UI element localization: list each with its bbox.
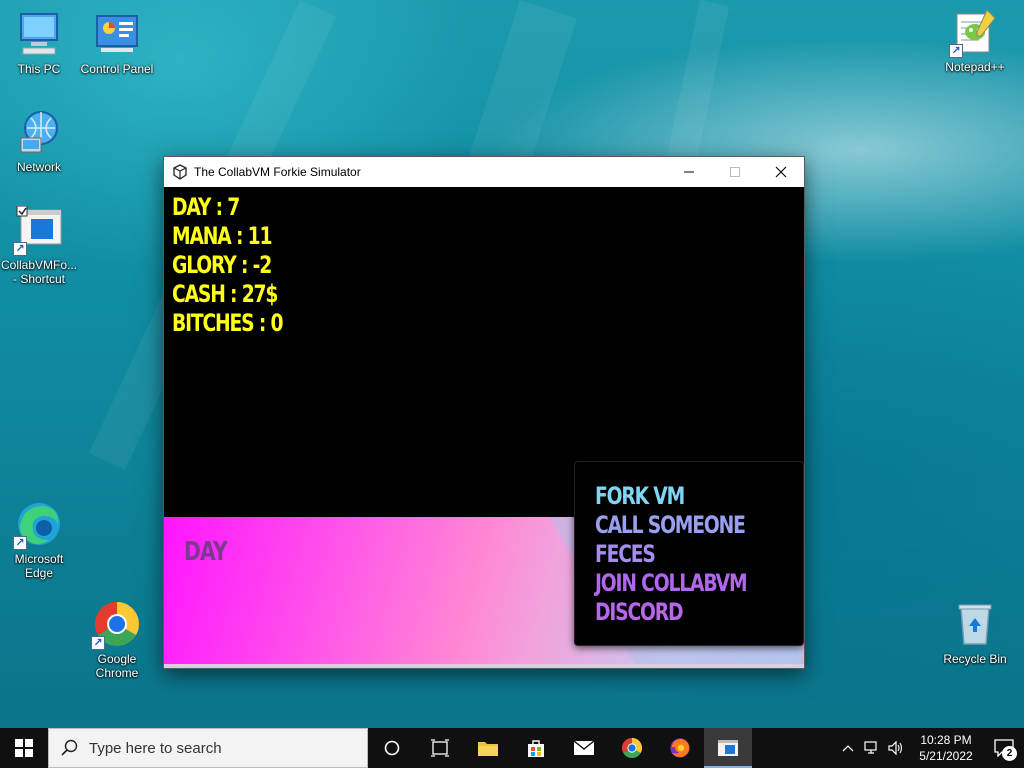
cortana-icon xyxy=(384,740,400,756)
desktop-icon-network[interactable]: Network xyxy=(0,108,78,174)
volume-tray-button[interactable] xyxy=(884,728,908,768)
menu-item-fork-vm[interactable]: FORK VM xyxy=(595,482,757,511)
desktop-icon-label: Recycle Bin xyxy=(943,652,1007,666)
minimize-icon xyxy=(684,171,694,173)
file-explorer-button[interactable] xyxy=(464,728,512,768)
firefox-icon xyxy=(670,738,690,758)
store-button[interactable] xyxy=(512,728,560,768)
minimize-button[interactable] xyxy=(666,157,712,187)
mail-button[interactable] xyxy=(560,728,608,768)
network-icon xyxy=(15,108,63,156)
network-tray-button[interactable] xyxy=(860,728,884,768)
speaker-icon xyxy=(888,741,903,755)
tray-overflow-button[interactable] xyxy=(836,728,860,768)
phase-label: DAY xyxy=(184,537,228,567)
app-icon xyxy=(172,164,188,180)
taskbar: Type here to search 10:28 PM 5/21/2022 2 xyxy=(0,728,1024,768)
computer-icon xyxy=(15,10,63,58)
shortcut-arrow-icon: ↗ xyxy=(13,536,27,550)
close-icon xyxy=(775,166,787,178)
windows-logo-icon xyxy=(15,739,33,757)
desktop-icon-label: Microsoft Edge xyxy=(14,552,64,580)
stat-mana: MANA : 11 xyxy=(172,222,272,250)
control-panel-icon xyxy=(93,10,141,58)
desktop-icon-label: Notepad++ xyxy=(945,60,1005,74)
task-view-icon xyxy=(431,739,449,757)
start-button[interactable] xyxy=(0,728,48,768)
shortcut-arrow-icon: ↗ xyxy=(13,242,27,256)
panel-divider xyxy=(164,664,804,668)
stat-bitches: BITCHES : 0 xyxy=(172,309,284,337)
notepadpp-icon: ↗ xyxy=(949,8,999,58)
task-view-button[interactable] xyxy=(416,728,464,768)
chrome-icon xyxy=(621,737,643,759)
search-placeholder: Type here to search xyxy=(89,739,222,757)
menu-item-join-collabvm[interactable]: JOIN COLLABVM xyxy=(595,569,757,598)
app-window-icon xyxy=(718,740,738,756)
action-center-button[interactable]: 2 xyxy=(984,728,1024,768)
stats-panel: DAY : 7 MANA : 11 GLORY : -2 CASH : 27$ … xyxy=(172,193,313,338)
stat-glory: GLORY : -2 xyxy=(172,251,272,279)
stat-day: DAY : 7 xyxy=(172,193,240,221)
desktop-icon-this-pc[interactable]: This PC xyxy=(0,10,78,76)
desktop-icon-label: Control Panel xyxy=(80,62,154,76)
maximize-icon xyxy=(730,167,740,177)
edge-icon: ↗ xyxy=(13,500,63,550)
shortcut-arrow-icon: ↗ xyxy=(91,636,105,650)
chrome-taskbar-button[interactable] xyxy=(608,728,656,768)
menu-item-discord[interactable]: DISCORD xyxy=(595,598,757,627)
folder-icon xyxy=(478,742,498,756)
search-icon xyxy=(61,739,78,756)
network-tray-icon xyxy=(864,741,877,754)
desktop-icon-notepadpp[interactable]: ↗ Notepad++ xyxy=(936,8,1014,74)
desktop-icon-chrome[interactable]: ↗ Google Chrome xyxy=(78,600,156,680)
action-menu: FORK VM CALL SOMEONE FECES JOIN COLLABVM… xyxy=(574,461,804,646)
taskbar-search[interactable]: Type here to search xyxy=(48,728,368,768)
clock-date: 5/21/2022 xyxy=(919,749,973,763)
window-title: The CollabVM Forkie Simulator xyxy=(194,165,361,179)
desktop-icon-label: This PC xyxy=(17,62,61,76)
menu-item-call-someone[interactable]: CALL SOMEONE xyxy=(595,511,757,540)
chrome-icon: ↗ xyxy=(91,600,141,650)
close-button[interactable] xyxy=(758,157,804,187)
desktop-icon-recycle-bin[interactable]: Recycle Bin xyxy=(936,600,1014,666)
maximize-button[interactable] xyxy=(712,157,758,187)
desktop-icon-collabvm-shortcut[interactable]: ↗ CollabVMFo... - Shortcut xyxy=(0,205,78,286)
stat-cash: CASH : 27$ xyxy=(172,280,278,308)
shortcut-arrow-icon: ↗ xyxy=(949,44,963,58)
desktop-icon-control-panel[interactable]: Control Panel xyxy=(78,10,156,76)
taskbar-clock[interactable]: 10:28 PM 5/21/2022 xyxy=(908,732,984,764)
window-titlebar[interactable]: The CollabVM Forkie Simulator xyxy=(164,157,804,187)
notification-badge: 2 xyxy=(1002,746,1017,761)
game-canvas: DAY : 7 MANA : 11 GLORY : -2 CASH : 27$ … xyxy=(164,187,804,668)
clock-time: 10:28 PM xyxy=(920,733,972,747)
firefox-taskbar-button[interactable] xyxy=(656,728,704,768)
game-window: The CollabVM Forkie Simulator DAY : 7 MA… xyxy=(163,156,805,669)
desktop-icon-label: Network xyxy=(16,160,61,174)
desktop-icon-label: CollabVMFo... - Shortcut xyxy=(0,258,78,286)
desktop-icon-label: Google Chrome xyxy=(95,652,139,680)
mail-icon xyxy=(573,740,595,755)
desktop-icon-edge[interactable]: ↗ Microsoft Edge xyxy=(0,500,78,580)
system-tray: 10:28 PM 5/21/2022 2 xyxy=(836,728,1024,768)
menu-item-feces[interactable]: FECES xyxy=(595,540,757,569)
recycle-bin-icon xyxy=(951,600,999,648)
cortana-button[interactable] xyxy=(368,728,416,768)
chevron-up-icon xyxy=(842,745,854,752)
store-icon xyxy=(528,740,544,757)
collabvm-taskbar-button[interactable] xyxy=(704,728,752,768)
collabvm-shortcut-icon: ↗ xyxy=(13,205,63,256)
